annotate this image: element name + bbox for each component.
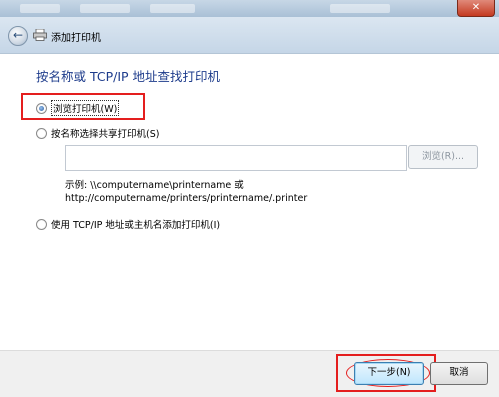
shared-printer-name-input[interactable] — [65, 145, 407, 171]
blurred-toolbar-item — [330, 4, 390, 13]
dialog-title: 添加打印机 — [51, 33, 101, 44]
option-select-shared-printer-label[interactable]: 按名称选择共享打印机(S) — [51, 126, 159, 140]
option-add-by-tcpip-label[interactable]: 使用 TCP/IP 地址或主机名添加打印机(I) — [51, 217, 220, 231]
browse-button[interactable]: 浏览(R)... — [408, 145, 478, 169]
blurred-toolbar-item — [80, 4, 130, 13]
option-add-by-tcpip[interactable]: 使用 TCP/IP 地址或主机名添加打印机(I) — [36, 217, 220, 231]
next-button[interactable]: 下一步(N) — [354, 362, 424, 385]
back-arrow-icon[interactable]: ← — [8, 26, 28, 46]
example-text: 示例: \\computername\printername 或 http://… — [65, 179, 307, 205]
cancel-button[interactable]: 取消 — [430, 362, 488, 385]
close-icon[interactable]: ✕ — [457, 0, 495, 17]
radio-browse-printers[interactable] — [36, 102, 47, 114]
example-line-1: 示例: \\computername\printername 或 — [65, 180, 244, 191]
example-line-2: http://computername/printers/printername… — [65, 193, 308, 204]
printer-icon — [33, 29, 47, 41]
option-select-shared-printer[interactable]: 按名称选择共享打印机(S) — [36, 126, 159, 140]
blurred-toolbar-item — [20, 4, 60, 13]
blurred-toolbar-item — [150, 4, 195, 13]
option-browse-printers[interactable]: 浏览打印机(W) — [36, 100, 120, 116]
radio-add-by-tcpip[interactable] — [36, 218, 47, 230]
background-window-strip: ✕ — [0, 0, 499, 17]
page-title: 按名称或 TCP/IP 地址查找打印机 — [36, 69, 221, 84]
radio-select-shared-printer[interactable] — [36, 127, 47, 139]
dialog-header: ← 添加打印机 — [0, 17, 499, 54]
option-browse-printers-label[interactable]: 浏览打印机(W) — [51, 100, 120, 116]
